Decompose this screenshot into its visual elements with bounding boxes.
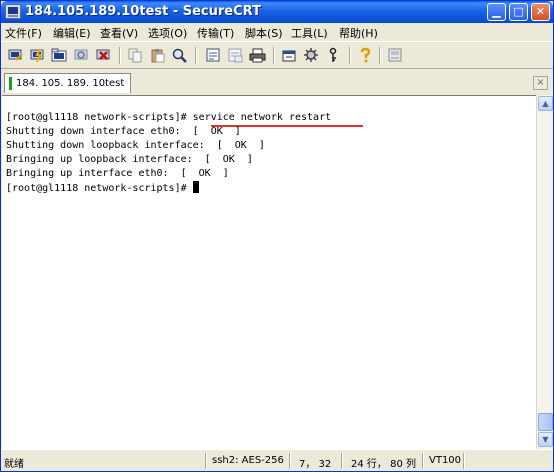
help-icon[interactable] — [357, 47, 374, 64]
window-title: 184.105.189.10test - SecureCRT — [25, 4, 261, 19]
toolbar-separator — [119, 47, 121, 64]
status-cipher: ssh2: AES-256 — [212, 455, 284, 466]
terminal-prompt-line: [root@gl1118 network-scripts]# — [6, 181, 199, 196]
toolbar-separator — [195, 47, 197, 64]
toolbar-separator — [273, 47, 275, 64]
connected-status-icon — [9, 77, 12, 90]
close-tab-icon: × — [536, 77, 545, 88]
connect-in-tab-icon[interactable] — [51, 47, 68, 64]
connect-icon[interactable] — [7, 47, 24, 64]
menu-options[interactable]: 选项(O) — [148, 25, 187, 41]
close-button[interactable]: ✕ — [531, 3, 550, 21]
status-separator — [289, 453, 291, 469]
close-icon: ✕ — [535, 5, 546, 18]
terminal-line: Shutting down interface eth0: [ OK ] — [6, 126, 241, 137]
status-terminal-size: 24 行， 80 列 — [351, 459, 416, 470]
session-tab-bar: 184. 105. 189. 10test × — [1, 71, 553, 95]
status-separator — [205, 453, 207, 469]
terminal-cursor — [192, 181, 199, 193]
title-bar[interactable]: 184.105.189.10test - SecureCRT ▁ □ ✕ — [1, 1, 553, 23]
menu-help[interactable]: 帮助(H) — [339, 25, 378, 41]
copy-icon[interactable] — [127, 47, 144, 64]
status-emulation: VT100 — [429, 455, 462, 466]
find-icon[interactable] — [171, 47, 188, 64]
terminal-line: Bringing up interface eth0: [ OK ] — [6, 168, 229, 179]
minimize-icon: ▁ — [492, 5, 501, 18]
securecrt-window: 184.105.189.10test - SecureCRT ▁ □ ✕ 文件(… — [0, 0, 554, 472]
menu-script[interactable]: 脚本(S) — [245, 25, 283, 41]
menu-bar: 文件(F) 编辑(E) 查看(V) 选项(O) 传输(T) 脚本(S) 工具(L… — [1, 23, 553, 41]
terminal-line: Bringing up loopback interface: [ OK ] — [6, 154, 253, 165]
session-options-icon[interactable] — [281, 47, 298, 64]
status-separator — [463, 453, 465, 469]
maximize-button[interactable]: □ — [509, 3, 528, 21]
about-icon[interactable] — [387, 47, 404, 64]
status-bar: 就绪 ssh2: AES-256 7， 32 24 行， 80 列 VT100 — [1, 449, 553, 472]
toolbar — [1, 41, 553, 69]
maximize-icon: □ — [513, 5, 524, 18]
reconnect-icon[interactable] — [73, 47, 90, 64]
scroll-up-button[interactable]: ▲ — [538, 96, 553, 111]
menu-transfer[interactable]: 传输(T) — [197, 25, 234, 41]
sftp-icon[interactable] — [205, 47, 222, 64]
quick-connect-icon[interactable] — [29, 47, 46, 64]
status-cursor-position: 7， 32 — [299, 459, 332, 470]
terminal-line: Shutting down loopback interface: [ OK ] — [6, 140, 265, 151]
terminal-area[interactable]: [root@gl1118 network-scripts]# service n… — [2, 95, 536, 449]
print-icon[interactable] — [227, 47, 244, 64]
vertical-scrollbar[interactable]: ▲ ▼ — [536, 95, 553, 449]
global-options-icon[interactable] — [303, 47, 320, 64]
status-separator — [422, 453, 424, 469]
close-tab-button[interactable]: × — [533, 76, 548, 90]
menu-file[interactable]: 文件(F) — [5, 25, 42, 41]
terminal-line: [root@gl1118 network-scripts]# service n… — [6, 112, 332, 123]
paste-icon[interactable] — [149, 47, 166, 64]
status-ready: 就绪 — [4, 459, 24, 470]
toolbar-separator — [349, 47, 351, 64]
minimize-button[interactable]: ▁ — [487, 3, 506, 21]
keymap-icon[interactable] — [325, 47, 342, 64]
chevron-down-icon: ▼ — [542, 435, 549, 444]
scroll-thumb[interactable] — [538, 413, 553, 431]
scroll-down-button[interactable]: ▼ — [538, 432, 553, 447]
securecrt-app-icon[interactable] — [5, 4, 21, 19]
session-tab[interactable]: 184. 105. 189. 10test — [4, 73, 131, 93]
chevron-up-icon: ▲ — [542, 99, 549, 108]
print-setup-icon[interactable] — [249, 47, 266, 64]
toolbar-separator — [379, 47, 381, 64]
tab-label: 184. 105. 189. 10test — [16, 78, 125, 89]
terminal-prompt: [root@gl1118 network-scripts]# — [6, 183, 193, 194]
disconnect-icon[interactable] — [95, 47, 112, 64]
menu-view[interactable]: 查看(V) — [100, 25, 138, 41]
menu-edit[interactable]: 编辑(E) — [53, 25, 91, 41]
status-separator — [341, 453, 343, 469]
menu-tools[interactable]: 工具(L) — [291, 25, 328, 41]
